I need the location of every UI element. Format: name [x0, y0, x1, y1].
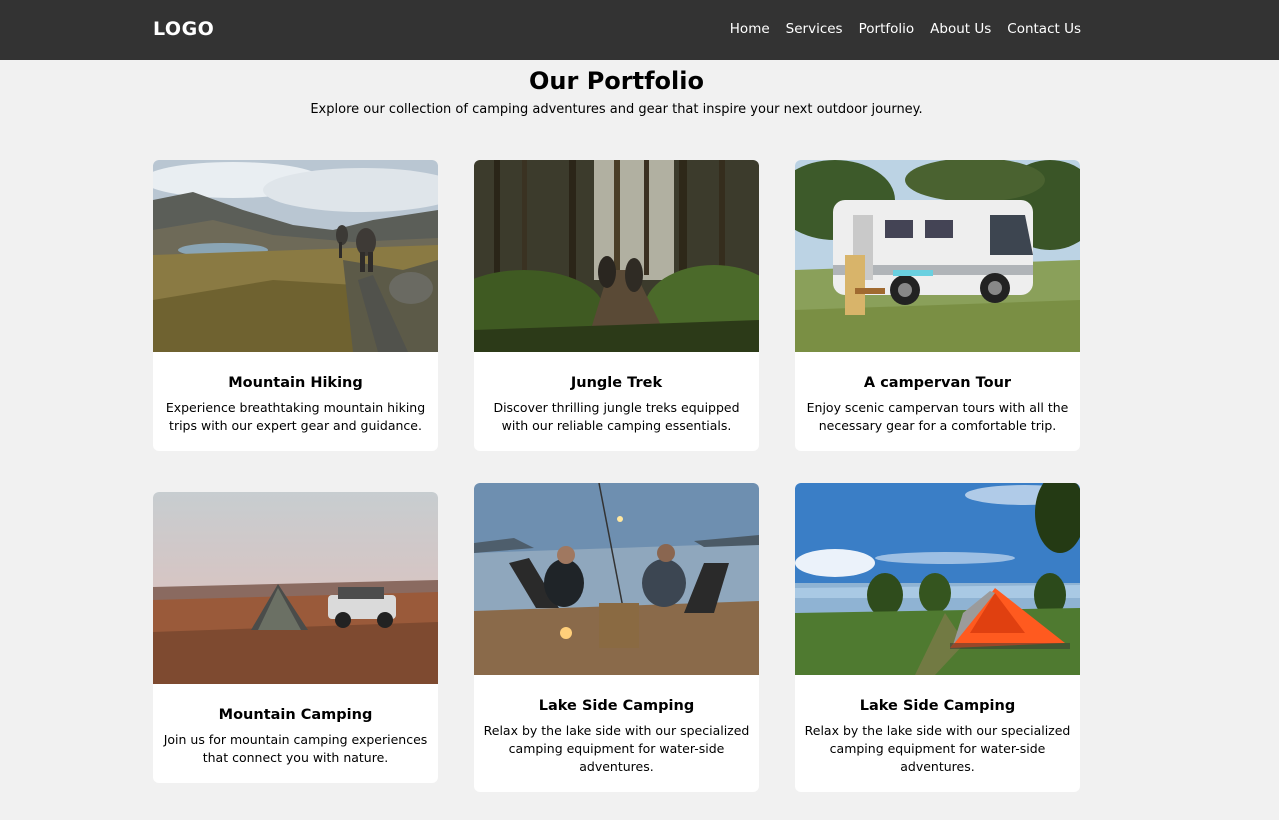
campervan-image	[795, 160, 1080, 352]
navbar: LOGO Home Services Portfolio About Us Co…	[0, 0, 1279, 60]
page-subtitle: Explore our collection of camping advent…	[310, 102, 923, 117]
page-title: Our Portfolio	[529, 67, 704, 95]
mountain-hiking-image	[153, 160, 438, 352]
card-title: Mountain Camping	[218, 707, 373, 723]
card-description: Join us for mountain camping experiences…	[163, 732, 428, 765]
jungle-trek-image	[474, 160, 759, 352]
card-title: Lake Side Camping	[859, 698, 1016, 714]
card-title: Lake Side Camping	[538, 698, 695, 714]
portfolio-card-mountain-hiking[interactable]: Mountain Hiking Experience breathtaking …	[153, 160, 438, 451]
nav-portfolio[interactable]: Portfolio	[859, 21, 915, 37]
card-description: Enjoy scenic campervan tours with all th…	[806, 400, 1069, 433]
portfolio-card-lake-side-camping-2[interactable]: Lake Side Camping Relax by the lake side…	[795, 483, 1080, 792]
nav-links: Home Services Portfolio About Us Contact…	[730, 21, 1081, 37]
portfolio-card-lake-side-camping-1[interactable]: Lake Side Camping Relax by the lake side…	[474, 483, 759, 792]
card-title: A campervan Tour	[863, 375, 1012, 391]
card-description: Relax by the lake side with our speciali…	[483, 723, 750, 774]
card-title: Mountain Hiking	[228, 375, 363, 391]
lakeside-dusk-image	[474, 483, 759, 675]
portfolio-card-campervan-tour[interactable]: A campervan Tour Enjoy scenic campervan …	[795, 160, 1080, 451]
portfolio-card-jungle-trek[interactable]: Jungle Trek Discover thrilling jungle tr…	[474, 160, 759, 451]
lakeside-tent-image	[795, 483, 1080, 675]
mountain-camping-image	[153, 492, 438, 684]
nav-home[interactable]: Home	[730, 21, 770, 37]
portfolio-card-mountain-camping[interactable]: Mountain Camping Join us for mountain ca…	[153, 492, 438, 783]
nav-about-us[interactable]: About Us	[930, 21, 991, 37]
card-description: Relax by the lake side with our speciali…	[804, 723, 1071, 774]
card-description: Discover thrilling jungle treks equipped…	[493, 400, 740, 433]
nav-services[interactable]: Services	[786, 21, 843, 37]
card-description: Experience breathtaking mountain hiking …	[165, 400, 426, 433]
logo[interactable]: LOGO	[153, 18, 214, 40]
nav-contact-us[interactable]: Contact Us	[1007, 21, 1081, 37]
card-title: Jungle Trek	[570, 375, 663, 391]
